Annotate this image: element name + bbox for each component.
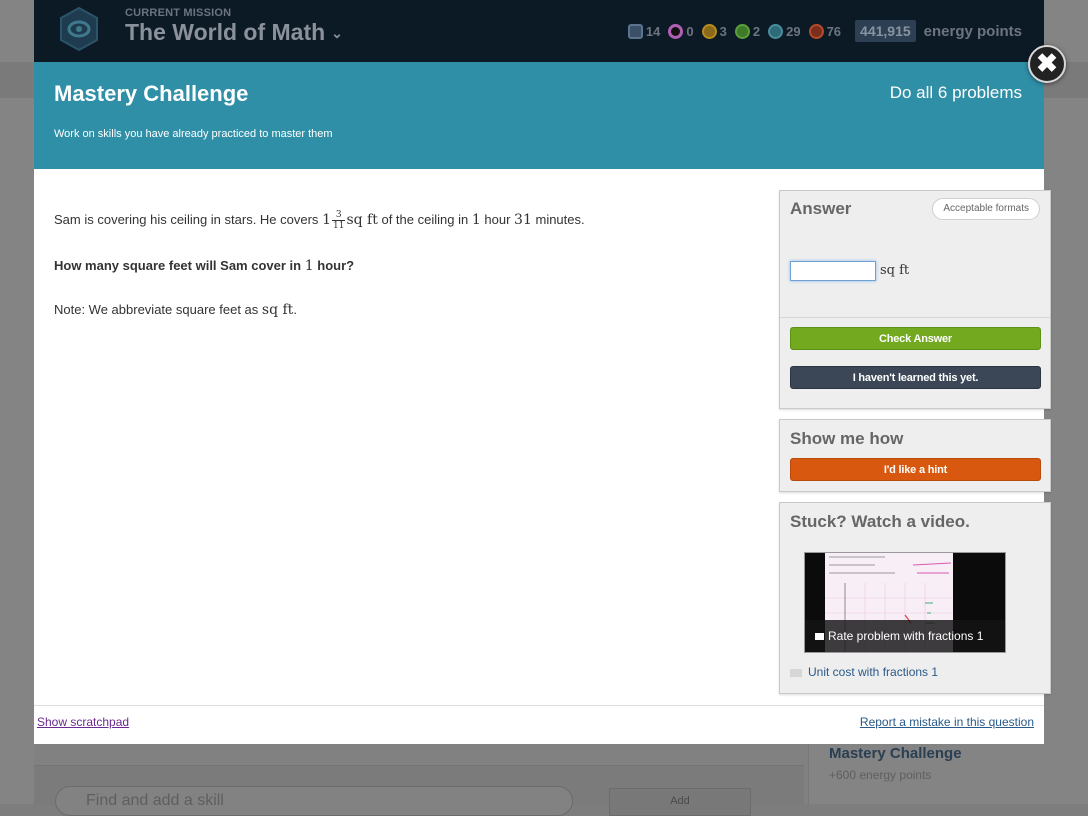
sun-badge[interactable]: 2 [734, 23, 761, 39]
black-hole-badge[interactable]: 29 [768, 23, 801, 39]
show-scratchpad-link[interactable]: Show scratchpad [37, 715, 129, 729]
modal-header: Mastery Challenge Work on skills you hav… [34, 62, 1044, 169]
hint-panel-title: Show me how [790, 429, 904, 448]
video-panel: Stuck? Watch a video. Rate problem with [779, 502, 1051, 694]
note-text-part: . [293, 302, 297, 317]
sun-badge-icon [734, 23, 750, 39]
sidebar-mastery-title[interactable]: Mastery Challenge [829, 745, 962, 762]
black-hole-badge-icon [768, 23, 784, 39]
earth-badge-icon [701, 23, 717, 39]
question-value: 1 [304, 258, 314, 274]
energy-points-value: 441,915 [855, 20, 916, 42]
minutes-value: 31 [514, 211, 532, 228]
mission-logo-icon [60, 6, 98, 52]
answer-input[interactable] [790, 261, 876, 281]
fraction: 3 11 [331, 210, 346, 231]
chevron-down-icon: ⌄ [331, 25, 343, 42]
acceptable-formats-button[interactable]: Acceptable formats [932, 198, 1040, 220]
moon-badge-icon [668, 23, 684, 39]
mission-topbar: CURRENT MISSION The World of Math ⌄ 14 0 … [34, 0, 1044, 62]
challenge-badge[interactable]: 76 [808, 23, 842, 39]
modal-subtitle: Work on skills you have already practice… [54, 128, 333, 140]
badge-count: 3 [719, 23, 727, 39]
badge-count: 2 [752, 23, 761, 39]
video-thumbnail[interactable]: Rate problem with fractions 1 [804, 552, 1006, 653]
add-skill-button[interactable]: Add [609, 788, 751, 816]
fraction-denominator: 11 [332, 221, 345, 231]
problem-text-part: of the ceiling in [381, 211, 469, 227]
hint-panel: Show me how I'd like a hint [779, 419, 1051, 492]
badge-count: 0 [686, 23, 694, 39]
background-left-edge [0, 0, 34, 804]
problem-text-part: minutes. [535, 211, 585, 227]
badge-count: 14 [645, 23, 661, 39]
meteorite-badge[interactable]: 14 [627, 23, 661, 39]
problem-text-part: Sam is covering his ceiling in stars. He… [54, 211, 319, 227]
camera-icon [815, 633, 824, 641]
fraction-numerator: 3 [331, 210, 346, 221]
close-modal-button[interactable]: ✖ [1028, 45, 1066, 83]
mission-title-dropdown[interactable]: The World of Math ⌄ [125, 19, 343, 46]
hint-button[interactable]: I'd like a hint [790, 458, 1041, 481]
panel-divider [780, 317, 1050, 318]
mission-title: The World of Math [125, 19, 326, 45]
answer-unit: sq ft [880, 263, 910, 278]
modal-title: Mastery Challenge [54, 81, 249, 106]
havent-learned-button[interactable]: I haven't learned this yet. [790, 366, 1041, 389]
answer-panel-title: Answer [790, 199, 852, 218]
challenge-badge-icon [808, 23, 824, 39]
problem-count: Do all 6 problems [889, 83, 1022, 102]
note-text-part: Note: We abbreviate square feet as [54, 302, 259, 317]
modal-footer: Show scratchpad Report a mistake in this… [34, 705, 1044, 744]
check-answer-button[interactable]: Check Answer [790, 327, 1041, 350]
video-panel-title: Stuck? Watch a video. [790, 512, 970, 531]
moon-badge[interactable]: 0 [668, 23, 694, 39]
note-unit: sq ft [261, 302, 294, 318]
problem-text-part: hour [484, 211, 511, 227]
find-skill-input[interactable]: Find and add a skill [55, 786, 573, 816]
badge-counts: 14 0 3 2 29 76 441,915 energy points [627, 18, 1022, 44]
answer-panel: Answer Acceptable formats sq ft Check An… [779, 190, 1051, 409]
video-link-label: Unit cost with fractions 1 [808, 665, 939, 679]
close-icon: ✖ [1036, 48, 1058, 78]
question-text-part: How many square feet will Sam cover in [54, 258, 302, 273]
report-mistake-link[interactable]: Report a mistake in this question [860, 715, 1034, 729]
camera-icon [790, 668, 802, 677]
problem-note: Note: We abbreviate square feet as sq ft… [54, 302, 297, 318]
badge-count: 76 [826, 23, 842, 39]
earth-badge[interactable]: 3 [701, 23, 727, 39]
mixed-number-whole: 1 [322, 211, 331, 228]
hours-value: 1 [471, 211, 481, 228]
video-overlay: Rate problem with fractions 1 [805, 620, 1005, 652]
meteorite-badge-icon [627, 23, 643, 39]
question-text-part: hour? [317, 258, 355, 273]
problem-question: How many square feet will Sam cover in 1… [54, 258, 354, 274]
video-link[interactable]: Unit cost with fractions 1 [790, 665, 938, 679]
sidebar-mastery-points: +600 energy points [829, 768, 932, 782]
badge-count: 29 [786, 23, 801, 39]
mission-kicker: CURRENT MISSION [125, 7, 232, 19]
unit-label: sq ft [346, 211, 378, 228]
problem-text: Sam is covering his ceiling in stars. He… [54, 210, 585, 231]
energy-points-label: energy points [923, 22, 1022, 40]
video-title: Rate problem with fractions 1 [828, 629, 984, 643]
